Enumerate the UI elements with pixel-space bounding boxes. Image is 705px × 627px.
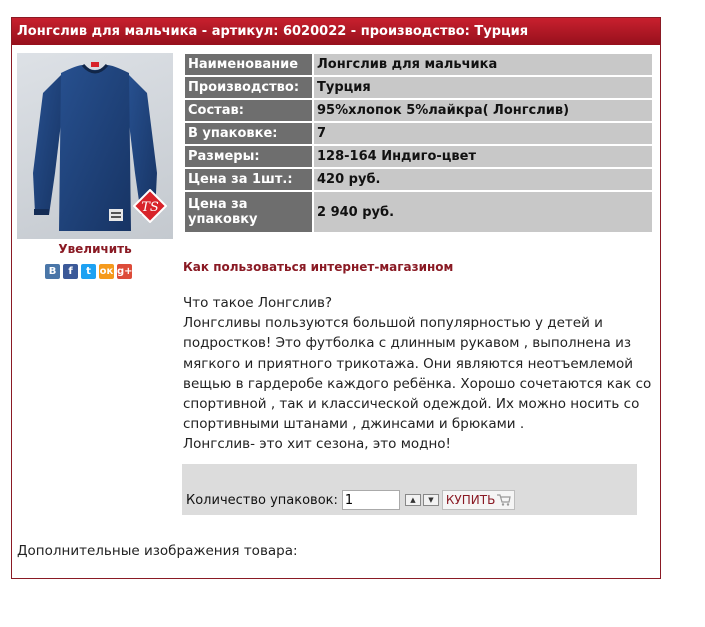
spec-key: Наименование: [185, 54, 312, 75]
spec-value: Турция: [314, 77, 652, 98]
vkontakte-icon[interactable]: В: [45, 264, 60, 279]
odnoklassniki-icon[interactable]: ок: [99, 264, 114, 279]
shop-help-link[interactable]: Как пользоваться интернет-магазином: [183, 260, 453, 274]
spec-value: 420 руб.: [314, 169, 652, 190]
spec-key: Состав:: [185, 100, 312, 121]
description-paragraph: Лонгсливы пользуются большой популярност…: [183, 315, 652, 433]
order-row: Количество упаковок: ▲ ▼ КУПИТЬ: [186, 490, 516, 510]
twitter-icon[interactable]: t: [81, 264, 96, 279]
spec-key: Размеры:: [185, 146, 312, 167]
spec-key: В упаковке:: [185, 123, 312, 144]
product-panel: Лонгслив для мальчика - артикул: 6020022…: [11, 17, 661, 579]
quantity-input[interactable]: [341, 490, 400, 510]
decrement-icon[interactable]: ▼: [422, 494, 439, 506]
description-paragraph: Что такое Лонгслив?: [183, 295, 333, 311]
spec-value: 128-164 Индиго-цвет: [314, 146, 652, 167]
spec-value: 7: [314, 123, 652, 144]
extra-images-label: Дополнительные изображения товара:: [17, 543, 298, 559]
spec-row: В упаковке: 7: [185, 123, 652, 144]
description-paragraph: Лонгслив- это хит сезона, это модно!: [183, 436, 451, 453]
spec-key: Производство:: [185, 77, 312, 98]
product-specs-table: Наименование Лонгслив для мальчика Произ…: [183, 52, 654, 234]
spec-row: Цена за 1шт.: 420 руб.: [185, 169, 652, 190]
quantity-label: Количество упаковок:: [186, 492, 338, 508]
cart-icon: [497, 494, 512, 506]
increment-icon[interactable]: ▲: [404, 494, 421, 506]
product-photo[interactable]: TS: [17, 53, 173, 239]
buy-button-label: КУПИТЬ: [445, 493, 496, 507]
spec-value: 95%хлопок 5%лайкра( Лонгслив): [314, 100, 652, 121]
brand-badge-icon: TS: [133, 189, 167, 223]
spec-row: Наименование Лонгслив для мальчика: [185, 54, 652, 75]
spec-row: Размеры: 128-164 Индиго-цвет: [185, 146, 652, 167]
facebook-icon[interactable]: f: [63, 264, 78, 279]
social-share-bar: В f t ок g+: [45, 264, 133, 279]
product-description: Что такое Лонгслив? Лонгсливы пользуются…: [183, 293, 661, 455]
brand-badge-text: TS: [141, 200, 159, 215]
spec-row: Цена за упаковку 2 940 руб.: [185, 192, 652, 232]
spec-row: Производство: Турция: [185, 77, 652, 98]
quantity-stepper: ▲ ▼: [404, 494, 439, 506]
spec-key: Цена за упаковку: [185, 192, 312, 232]
google-plus-icon[interactable]: g+: [117, 264, 133, 279]
zoom-link[interactable]: Увеличить: [17, 242, 173, 256]
spec-row: Состав: 95%хлопок 5%лайкра( Лонгслив): [185, 100, 652, 121]
spec-value: Лонгслив для мальчика: [314, 54, 652, 75]
order-box: Количество упаковок: ▲ ▼ КУПИТЬ: [182, 464, 637, 515]
buy-button[interactable]: КУПИТЬ: [441, 490, 516, 510]
spec-value: 2 940 руб.: [314, 192, 652, 232]
product-title: Лонгслив для мальчика - артикул: 6020022…: [12, 18, 660, 45]
spec-key: Цена за 1шт.:: [185, 169, 312, 190]
